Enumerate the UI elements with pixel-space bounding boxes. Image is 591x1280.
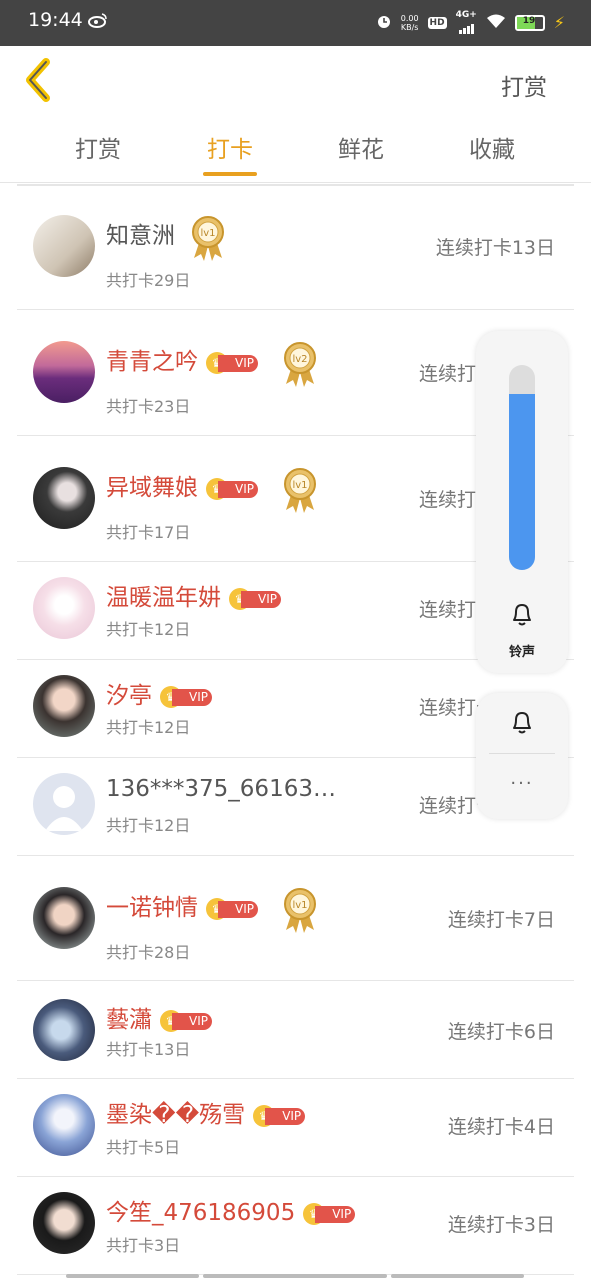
streak-days: 连续打卡3日 xyxy=(447,1214,555,1236)
tab-bar: 打赏 打卡 鲜花 收藏 xyxy=(0,114,591,183)
list-item[interactable]: 一诺钟情 ♛ VIP lv1 共打卡28日 连续打卡7日 xyxy=(17,856,574,981)
total-checkins: 共打卡29日 xyxy=(106,271,191,290)
quick-panel: ··· xyxy=(476,693,568,819)
user-name: 一诺钟情 ♛ VIP xyxy=(106,888,260,922)
level-medal-icon: lv2 xyxy=(284,342,316,387)
total-checkins: 共打卡3日 xyxy=(106,1236,181,1255)
hd-badge: HD xyxy=(427,16,447,29)
more-icon[interactable]: ··· xyxy=(476,773,568,794)
avatar[interactable] xyxy=(33,999,95,1061)
total-checkins: 共打卡12日 xyxy=(106,718,191,737)
list-item[interactable]: 知意洲 lv1 共打卡29日 连续打卡13日 xyxy=(17,184,574,310)
user-name: 136***375_66163… xyxy=(106,776,336,802)
scroll-indicator xyxy=(391,1274,524,1278)
level-medal-icon: lv1 xyxy=(284,468,316,513)
user-name: 今笙_476186905 ♛ VIP xyxy=(106,1193,357,1227)
status-time: 19:44 xyxy=(28,9,83,31)
user-name: 汐亭 ♛ VIP xyxy=(106,676,214,710)
user-name: 异域舞娘 ♛ VIP xyxy=(106,468,260,502)
streak-days: 连续打卡6日 xyxy=(447,1021,555,1043)
bell-icon[interactable] xyxy=(510,709,534,739)
total-checkins: 共打卡28日 xyxy=(106,943,191,962)
total-checkins: 共打卡23日 xyxy=(106,397,191,416)
user-name: 藝瀟 ♛ VIP xyxy=(106,1000,214,1034)
total-checkins: 共打卡17日 xyxy=(106,523,191,542)
scroll-indicator xyxy=(203,1274,387,1278)
tab-flowers[interactable]: 鲜花 xyxy=(321,130,401,164)
avatar[interactable] xyxy=(33,675,95,737)
svg-text:lv1: lv1 xyxy=(292,900,307,911)
avatar[interactable] xyxy=(33,341,95,403)
weibo-icon xyxy=(88,12,108,32)
vip-badge: ♛ VIP xyxy=(206,351,260,374)
header-reward-button[interactable]: 打赏 xyxy=(501,68,547,102)
streak-days: 连续打卡4日 xyxy=(447,1116,555,1138)
net-speed: 0.00 KB/s xyxy=(400,13,419,32)
svg-text:lv1: lv1 xyxy=(292,480,307,491)
back-button[interactable] xyxy=(22,58,58,102)
alarm-icon xyxy=(376,13,392,32)
tab-checkin[interactable]: 打卡 xyxy=(190,130,270,164)
level-medal-icon: lv1 xyxy=(284,888,316,933)
wifi-icon xyxy=(486,14,506,32)
battery-level: 19 xyxy=(522,15,536,26)
avatar[interactable] xyxy=(33,577,95,639)
total-checkins: 共打卡5日 xyxy=(106,1138,181,1157)
total-checkins: 共打卡12日 xyxy=(106,620,191,639)
vip-badge: ♛ VIP xyxy=(160,1009,214,1032)
signal-4g: 4G+ xyxy=(456,11,477,34)
user-name: 知意洲 xyxy=(106,223,175,249)
vip-badge: ♛ VIP xyxy=(206,477,260,500)
list-item[interactable]: 墨染��殇雪 ♛ VIP 共打卡5日 连续打卡4日 xyxy=(17,1079,574,1177)
user-name: 温暖温年妌 ♛ VIP xyxy=(106,578,283,612)
header: 打赏 xyxy=(0,46,591,114)
volume-slider[interactable] xyxy=(509,365,535,570)
status-bar: 19:44 0.00 KB/s HD 4G+ 19 ⚡ xyxy=(0,0,591,46)
svg-text:lv2: lv2 xyxy=(292,354,307,365)
streak-days: 连续打卡13日 xyxy=(435,237,555,259)
user-name: 墨染��殇雪 ♛ VIP xyxy=(106,1095,307,1129)
total-checkins: 共打卡13日 xyxy=(106,1040,191,1059)
avatar[interactable] xyxy=(33,1094,95,1156)
tab-favorites[interactable]: 收藏 xyxy=(452,130,532,164)
ringtone-label: 铃声 xyxy=(508,645,535,660)
bell-icon[interactable] xyxy=(510,601,534,631)
default-avatar-icon[interactable] xyxy=(33,773,95,835)
streak-days: 连续打卡7日 xyxy=(447,909,555,931)
divider xyxy=(489,753,555,754)
vip-badge: ♛ VIP xyxy=(303,1202,357,1225)
vip-badge: ♛ VIP xyxy=(160,685,214,708)
charging-icon: ⚡ xyxy=(553,13,565,32)
vip-badge: ♛ VIP xyxy=(229,587,283,610)
total-checkins: 共打卡12日 xyxy=(106,816,191,835)
avatar[interactable] xyxy=(33,215,95,277)
avatar[interactable] xyxy=(33,467,95,529)
battery-icon: 19 xyxy=(514,14,545,31)
volume-slider-fill xyxy=(509,393,535,570)
user-name: 青青之吟 ♛ VIP xyxy=(106,342,260,376)
scroll-indicator xyxy=(66,1274,199,1278)
tab-reward[interactable]: 打赏 xyxy=(58,130,138,164)
avatar[interactable] xyxy=(33,1192,95,1254)
volume-panel: 铃声 xyxy=(476,331,568,673)
level-medal-icon: lv1 xyxy=(192,216,224,261)
avatar[interactable] xyxy=(33,887,95,949)
list-item[interactable]: 藝瀟 ♛ VIP 共打卡13日 连续打卡6日 xyxy=(17,981,574,1079)
list-item[interactable]: 今笙_476186905 ♛ VIP 共打卡3日 连续打卡3日 xyxy=(17,1177,574,1275)
svg-text:lv1: lv1 xyxy=(200,228,215,239)
active-tab-indicator xyxy=(203,172,257,176)
vip-badge: ♛ VIP xyxy=(206,897,260,920)
vip-badge: ♛ VIP xyxy=(253,1104,307,1127)
